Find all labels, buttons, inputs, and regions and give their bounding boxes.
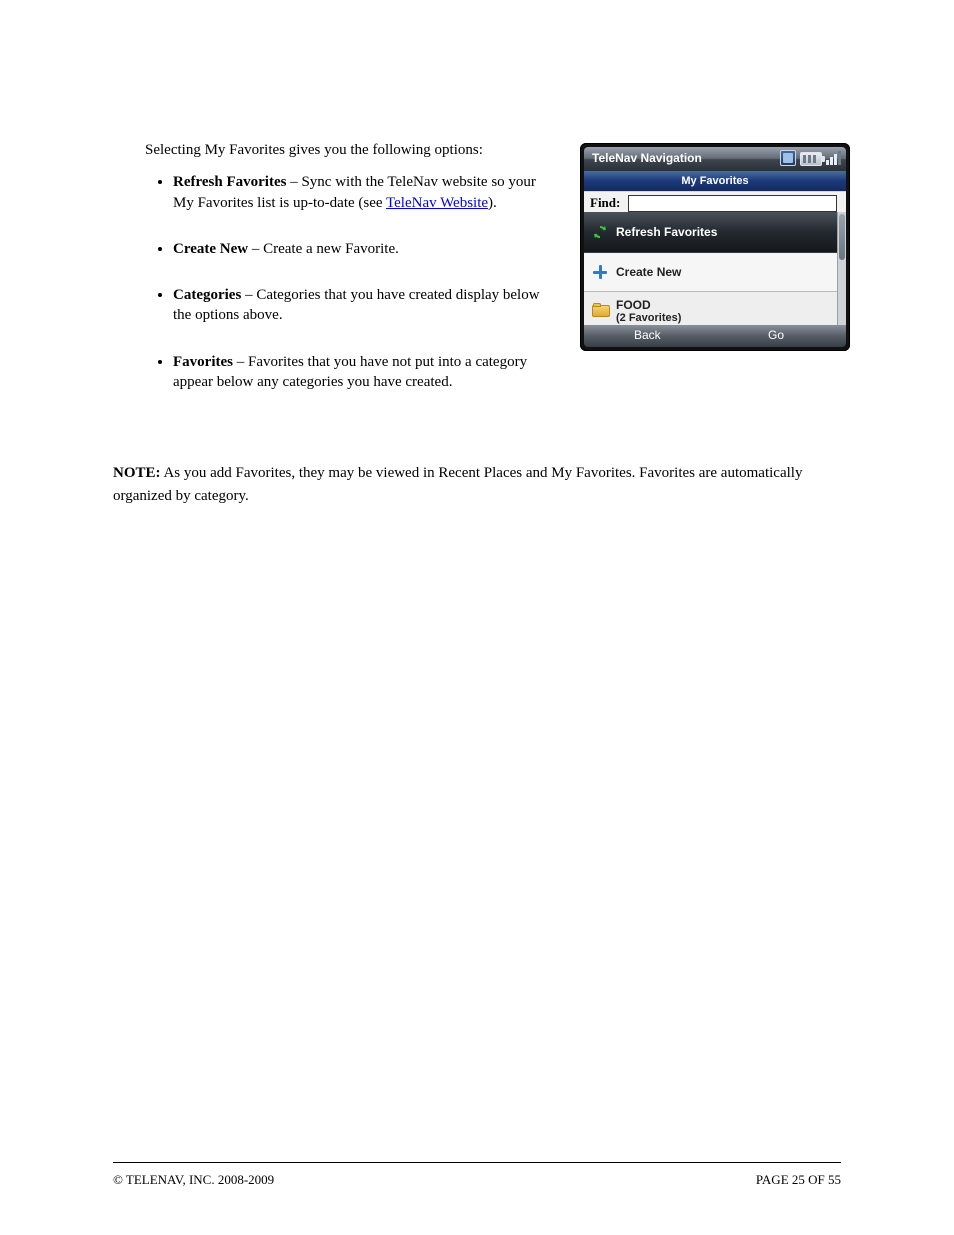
bullet-bold: Categories: [173, 287, 241, 303]
category-name: FOOD: [616, 298, 651, 312]
bullet-text: – Create a new Favorite.: [248, 241, 399, 257]
bullet-refresh: Refresh Favorites – Sync with the TeleNa…: [173, 172, 555, 213]
bullet-categories: Categories – Categories that you have cr…: [173, 285, 555, 326]
folder-icon: [592, 303, 610, 317]
bullet-bold: Refresh Favorites: [173, 174, 286, 190]
row-category-food[interactable]: FOOD (2 Favorites): [584, 292, 846, 327]
screen-header: My Favorites: [584, 171, 846, 191]
bullet-create: Create New – Create a new Favorite.: [173, 239, 555, 259]
bullet-list: Refresh Favorites – Sync with the TeleNa…: [145, 172, 555, 392]
bullet-favorites: Favorites – Favorites that you have not …: [173, 352, 555, 393]
bullet-bold: Favorites: [173, 354, 233, 370]
row-label: Create New: [616, 265, 681, 279]
find-label: Find:: [590, 195, 620, 211]
note-paragraph: NOTE: As you add Favorites, they may be …: [113, 462, 833, 507]
row-refresh-favorites[interactable]: Refresh Favorites: [584, 212, 846, 253]
page: Selecting My Favorites gives you the fol…: [0, 0, 954, 1235]
status-icons: [780, 150, 840, 166]
link-telenav-website[interactable]: TeleNav Website: [386, 195, 488, 211]
scrollbar-thumb[interactable]: [839, 214, 845, 260]
sim-icon: [780, 150, 796, 166]
bullet-bold: Create New: [173, 241, 248, 257]
row-label: Refresh Favorites: [616, 225, 717, 239]
app-title: TeleNav Navigation: [592, 151, 702, 165]
plus-icon: [592, 264, 608, 280]
row-create-new[interactable]: Create New: [584, 253, 846, 292]
favorites-list: Refresh Favorites Create New FOOD (2 Fav…: [584, 212, 846, 327]
find-bar: Find:: [584, 191, 846, 214]
left-column: Selecting My Favorites gives you the fol…: [145, 140, 555, 418]
footer-page-number: PAGE 25 OF 55: [756, 1172, 841, 1188]
phone-screenshot: TeleNav Navigation My Favorites Find: Re…: [580, 143, 850, 351]
app-titlebar: TeleNav Navigation: [584, 147, 846, 171]
category-count: (2 Favorites): [616, 312, 681, 324]
find-input[interactable]: [628, 195, 837, 212]
footer-rule: [113, 1162, 841, 1163]
scrollbar[interactable]: [837, 212, 846, 327]
softkey-back[interactable]: Back: [634, 328, 661, 342]
softkey-go[interactable]: Go: [768, 328, 784, 342]
note-text: As you add Favorites, they may be viewed…: [113, 465, 802, 504]
note-label: NOTE:: [113, 465, 161, 481]
footer-copyright: © TELENAV, INC. 2008-2009: [113, 1172, 274, 1188]
intro-text: Selecting My Favorites gives you the fol…: [145, 140, 555, 160]
softkey-bar: Back Go: [584, 325, 846, 347]
signal-icon: [826, 151, 840, 165]
refresh-icon: [592, 224, 608, 240]
battery-icon: [800, 152, 822, 166]
bullet-tail: ).: [488, 195, 497, 211]
